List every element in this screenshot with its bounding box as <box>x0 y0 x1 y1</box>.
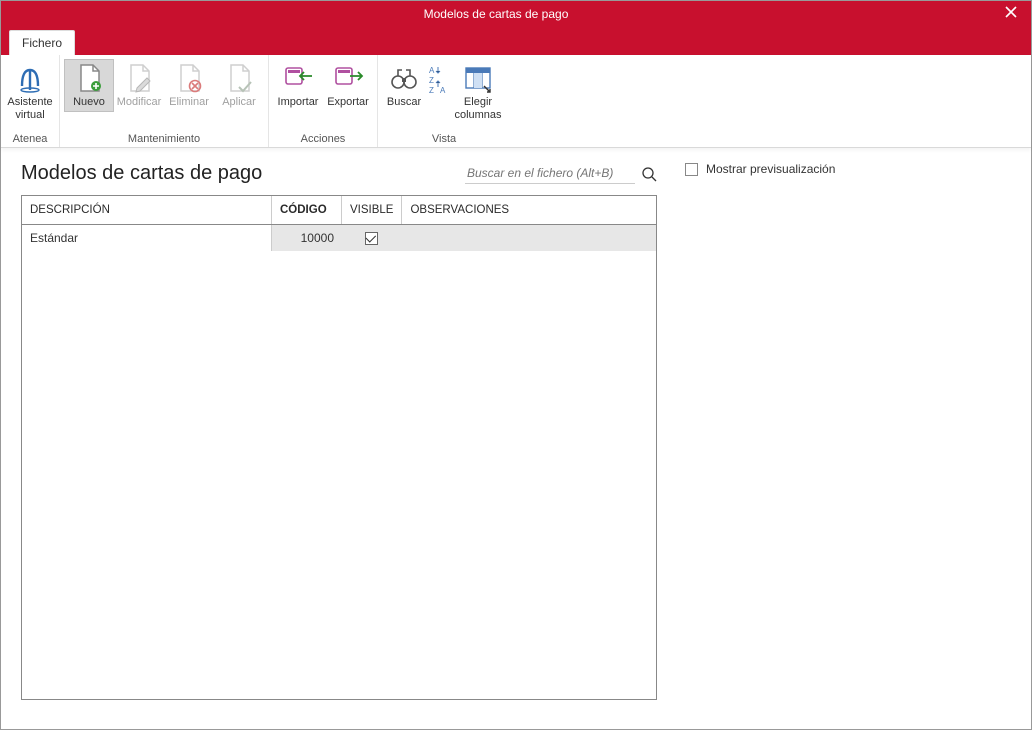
svg-text:A: A <box>440 86 446 94</box>
ribbon-group-mantenimiento: Nuevo Modificar Eliminar Aplicar <box>60 55 269 147</box>
ribbon-group-maint-label: Mantenimiento <box>64 133 264 147</box>
table-row[interactable]: Estándar 10000 <box>22 225 656 251</box>
cell-codigo: 10000 <box>272 225 342 251</box>
binoculars-icon <box>388 62 420 94</box>
close-icon <box>1005 5 1017 23</box>
find-label: Buscar <box>387 96 421 109</box>
show-preview-label: Mostrar previsualización <box>706 162 835 176</box>
import-button[interactable]: Importar <box>273 59 323 112</box>
find-button[interactable]: Buscar <box>382 59 426 112</box>
close-button[interactable] <box>991 1 1031 27</box>
search-input[interactable] <box>465 163 635 184</box>
apply-doc-icon <box>223 62 255 94</box>
col-header-visible[interactable]: VISIBLE <box>342 196 402 224</box>
new-doc-icon <box>73 62 105 94</box>
grid-header: DESCRIPCIÓN CÓDIGO VISIBLE OBSERVACIONES <box>22 196 656 225</box>
page-title: Modelos de cartas de pago <box>21 162 262 185</box>
ribbon: Asistente virtual Atenea Nuevo Modificar <box>1 55 1031 148</box>
choose-columns-button[interactable]: Elegir columnas <box>450 59 506 124</box>
data-grid[interactable]: DESCRIPCIÓN CÓDIGO VISIBLE OBSERVACIONES… <box>21 195 657 700</box>
ribbon-group-atenea-label: Atenea <box>5 133 55 147</box>
assistant-button[interactable]: Asistente virtual <box>5 59 55 124</box>
modify-button[interactable]: Modificar <box>114 59 164 112</box>
export-icon <box>332 62 364 94</box>
ribbon-group-vista: Buscar AZZA Elegir columnas Vista <box>378 55 510 147</box>
sort-button[interactable]: AZZA <box>426 59 450 99</box>
export-label: Exportar <box>327 96 369 109</box>
tab-strip: Fichero <box>1 27 1031 55</box>
assistant-icon <box>14 62 46 94</box>
window-title: Modelos de cartas de pago <box>1 7 991 21</box>
new-label: Nuevo <box>73 96 105 109</box>
modify-label: Modificar <box>117 96 162 109</box>
content-area: Modelos de cartas de pago DESCRIPCIÓN CÓ… <box>1 148 1031 729</box>
col-header-observaciones[interactable]: OBSERVACIONES <box>402 196 656 224</box>
delete-label: Eliminar <box>169 96 209 109</box>
apply-label: Aplicar <box>222 96 256 109</box>
ribbon-group-acciones: Importar Exportar Acciones <box>269 55 378 147</box>
export-button[interactable]: Exportar <box>323 59 373 112</box>
modify-doc-icon <box>123 62 155 94</box>
cell-observaciones <box>400 225 656 251</box>
cell-visible <box>342 225 400 251</box>
apply-button[interactable]: Aplicar <box>214 59 264 112</box>
svg-text:A: A <box>429 66 435 75</box>
new-button[interactable]: Nuevo <box>64 59 114 112</box>
delete-button[interactable]: Eliminar <box>164 59 214 112</box>
svg-text:Z: Z <box>429 76 434 85</box>
col-header-codigo[interactable]: CÓDIGO <box>272 196 342 224</box>
col-header-descripcion[interactable]: DESCRIPCIÓN <box>22 196 272 224</box>
ribbon-group-actions-label: Acciones <box>273 133 373 147</box>
assistant-label: Asistente virtual <box>7 96 52 121</box>
left-pane: Modelos de cartas de pago DESCRIPCIÓN CÓ… <box>1 148 671 729</box>
show-preview-checkbox[interactable]: Mostrar previsualización <box>685 162 1017 176</box>
sort-icon: AZZA <box>428 62 448 94</box>
columns-icon <box>462 62 494 94</box>
search-wrap <box>465 163 657 184</box>
tab-fichero[interactable]: Fichero <box>9 30 75 55</box>
import-icon <box>282 62 314 94</box>
svg-text:Z: Z <box>429 86 434 94</box>
ribbon-group-view-label: Vista <box>382 133 506 147</box>
ribbon-group-atenea: Asistente virtual Atenea <box>1 55 60 147</box>
title-bar: Modelos de cartas de pago <box>1 1 1031 27</box>
search-icon[interactable] <box>641 166 657 182</box>
right-pane: Mostrar previsualización <box>671 148 1031 729</box>
cell-descripcion: Estándar <box>22 225 272 251</box>
checkmark-icon <box>365 232 378 245</box>
import-label: Importar <box>278 96 319 109</box>
choose-columns-label: Elegir columnas <box>454 96 501 121</box>
checkbox-icon <box>685 163 698 176</box>
delete-doc-icon <box>173 62 205 94</box>
